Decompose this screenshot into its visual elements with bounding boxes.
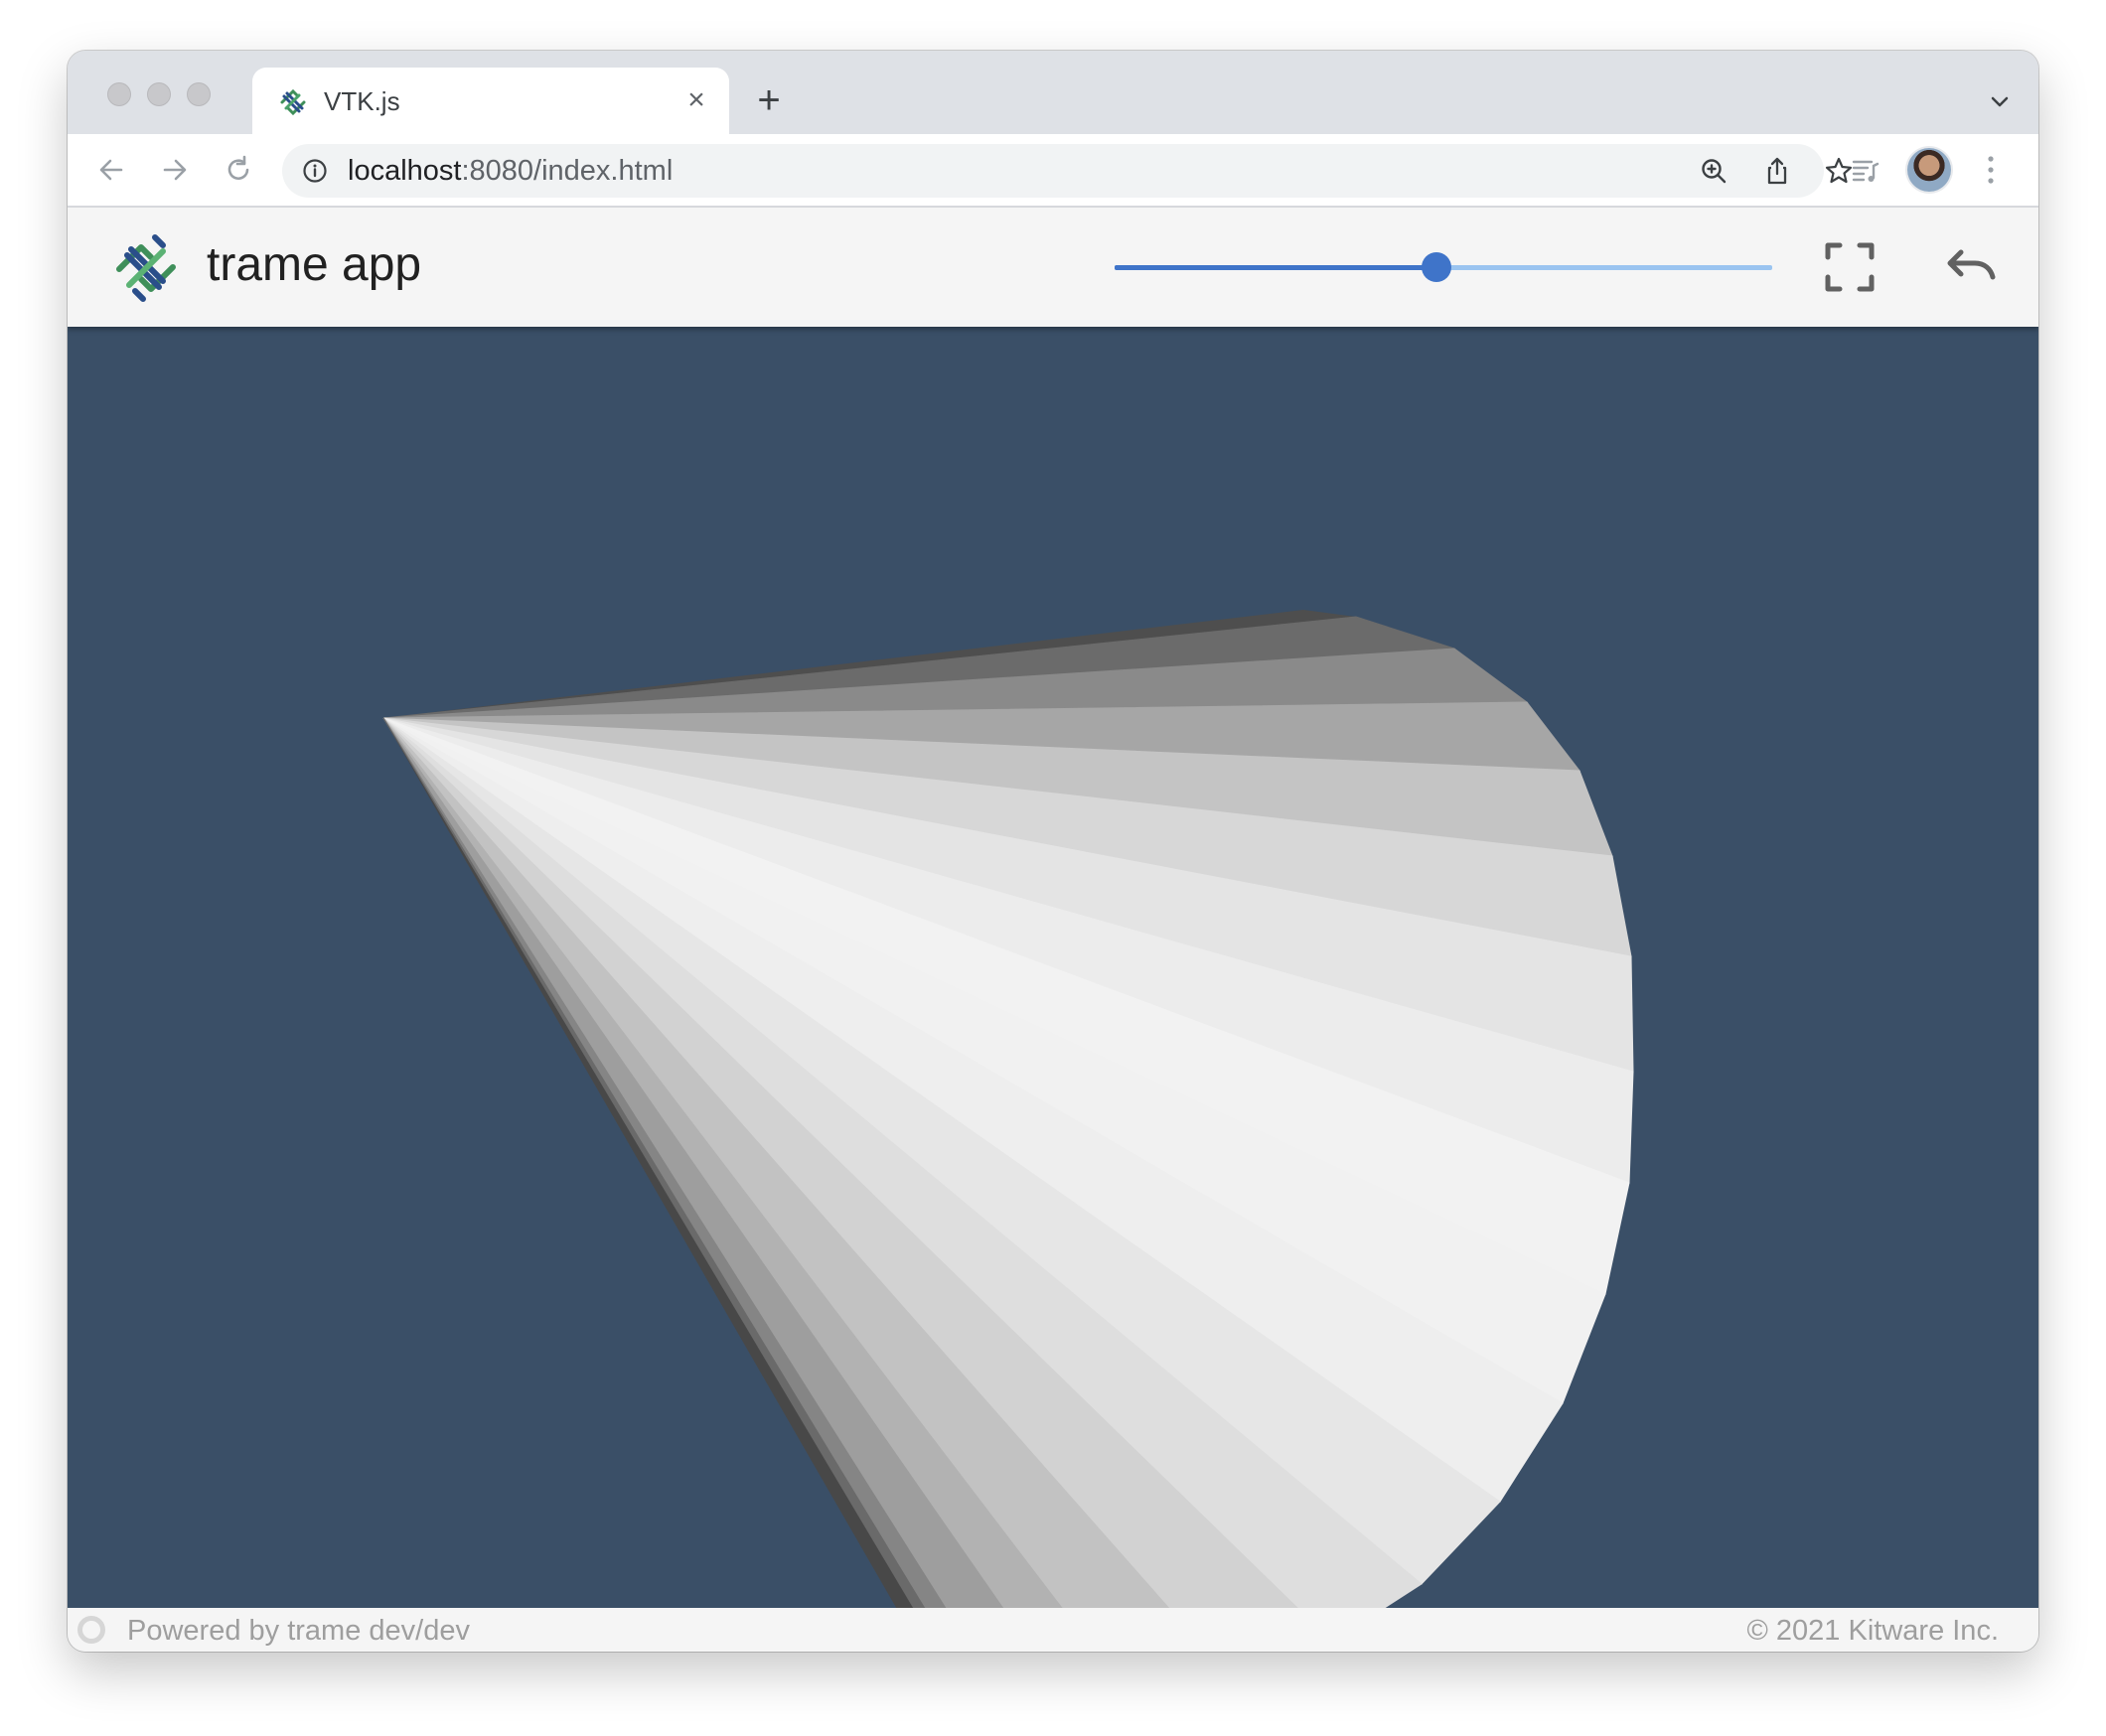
address-bar[interactable]: localhost:8080/index.html (282, 144, 1853, 198)
app-toolbar: trame app (68, 208, 2038, 327)
new-tab-button[interactable]: + (751, 80, 787, 120)
slider-fill (1115, 265, 1437, 270)
browser-window: VTK.js × + localhost:8080/index.html tra… (68, 51, 2038, 1652)
fullscreen-icon[interactable] (1820, 237, 1880, 297)
resolution-slider[interactable] (1115, 247, 1772, 287)
zoom-icon[interactable] (1699, 156, 1729, 186)
close-window-button[interactable] (107, 82, 131, 106)
forward-icon[interactable] (157, 152, 193, 188)
url-text: localhost:8080/index.html (348, 155, 673, 187)
url-path: :8080/index.html (461, 155, 674, 187)
tab-vtkjs[interactable]: VTK.js × (252, 68, 729, 134)
tab-list-icon[interactable] (1985, 86, 2015, 116)
menu-icon[interactable] (1985, 154, 1997, 186)
trame-favicon-icon (280, 88, 306, 116)
reset-camera-icon[interactable] (1939, 237, 1999, 297)
tab-strip: VTK.js × + (68, 51, 2038, 134)
trame-logo-icon (116, 234, 176, 302)
back-icon[interactable] (93, 152, 129, 188)
share-icon[interactable] (1762, 156, 1792, 186)
reading-list-icon[interactable] (1850, 154, 1881, 186)
powered-by-text: Powered by trame dev/dev (127, 1615, 470, 1647)
tab-close-icon[interactable]: × (681, 85, 711, 115)
cone-geometry (382, 610, 1634, 1608)
slider-thumb[interactable] (1422, 252, 1452, 282)
url-host: localhost (348, 155, 462, 187)
reload-icon[interactable] (221, 152, 256, 188)
zoom-window-button[interactable] (187, 82, 211, 106)
info-icon[interactable] (302, 158, 328, 184)
vtk-render-view[interactable] (68, 327, 2038, 1608)
browser-toolbar: localhost:8080/index.html (68, 134, 2038, 208)
copyright-text: © 2021 Kitware Inc. (1746, 1615, 2000, 1647)
app-title: trame app (207, 238, 422, 291)
avatar[interactable] (1907, 148, 1951, 192)
app-footer: Powered by trame dev/dev © 2021 Kitware … (68, 1608, 2038, 1652)
status-spinner-icon (77, 1616, 105, 1644)
tab-title: VTK.js (324, 86, 400, 116)
minimize-window-button[interactable] (147, 82, 171, 106)
